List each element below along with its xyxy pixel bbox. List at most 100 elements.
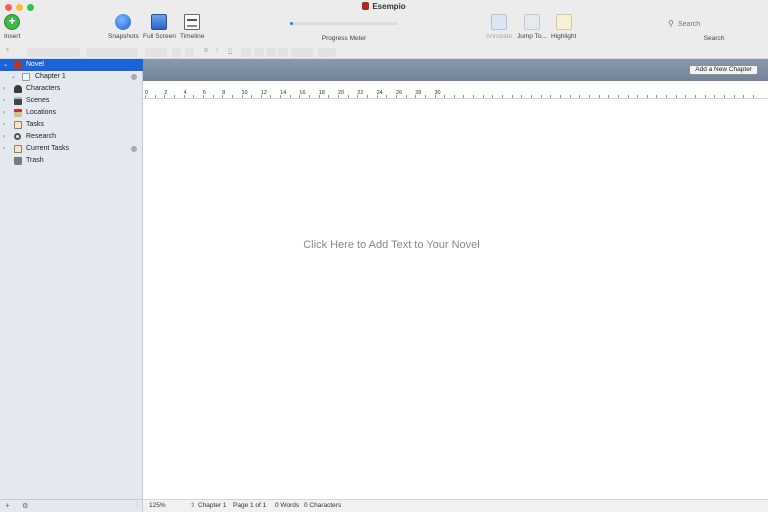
ruler-tick xyxy=(627,95,629,98)
ruler-tick xyxy=(318,95,320,98)
strike-button[interactable] xyxy=(185,48,194,57)
ruler-tick xyxy=(231,95,233,98)
line-spacing-select[interactable] xyxy=(291,48,313,57)
ruler-tick xyxy=(415,95,417,98)
list-select[interactable] xyxy=(318,48,336,57)
ruler-tick xyxy=(540,95,542,98)
ruler-tick xyxy=(202,95,204,98)
magnifier-icon xyxy=(14,133,21,140)
binder-item-label: Locations xyxy=(26,109,56,116)
binder-item-label: Current Tasks xyxy=(26,145,70,152)
bold-button[interactable]: B xyxy=(204,48,208,54)
ruler-tick xyxy=(521,95,523,98)
zoom-stepper-icon[interactable]: ⇕ xyxy=(190,500,195,512)
binder-item-chapter-1[interactable]: ⌄ Chapter 1 xyxy=(0,71,143,83)
resize-handle-icon[interactable]: ⋮ xyxy=(134,502,140,509)
chevron-right-icon[interactable]: › xyxy=(3,95,5,107)
insert-label: Insert xyxy=(4,33,21,40)
binder-item-trash[interactable]: Trash xyxy=(0,155,143,167)
editor-text-area[interactable]: Click Here to Add Text to Your Novel xyxy=(143,99,768,499)
chevron-down-icon[interactable]: ⌄ xyxy=(11,71,16,83)
underline-button[interactable]: U xyxy=(228,48,232,54)
gear-icon[interactable]: ⚙ xyxy=(22,502,28,510)
binder-footer: + ⚙ ⋮ xyxy=(0,499,143,512)
timeline-label: Timeline xyxy=(180,33,205,40)
ruler-tick xyxy=(752,95,754,98)
chevron-down-icon[interactable]: ⌄ xyxy=(3,59,8,71)
timeline-button[interactable]: Timeline xyxy=(180,14,204,40)
ruler-tick xyxy=(376,95,378,98)
notepad-icon xyxy=(14,145,22,153)
binder-item-novel[interactable]: ⌄ Novel xyxy=(0,59,143,71)
annotate-button[interactable]: Annotate xyxy=(486,14,512,40)
binder-item-label: Research xyxy=(26,133,56,140)
jump-to-icon xyxy=(523,14,540,30)
status-chapter: Chapter 1 xyxy=(198,502,227,509)
chevron-right-icon[interactable]: › xyxy=(3,119,5,131)
status-badge xyxy=(131,74,137,80)
binder-item-current-tasks[interactable]: › Current Tasks xyxy=(0,143,143,155)
full-screen-label: Full Screen xyxy=(143,33,176,40)
binder-item-tasks[interactable]: › Tasks xyxy=(0,119,143,131)
zoom-select[interactable]: 125% xyxy=(149,500,166,512)
ruler[interactable]: 0 2 4 6 8 10 12 14 16 18 20 22 24 26 28 30 xyxy=(143,89,768,99)
ruler-tick xyxy=(241,95,243,98)
chevron-right-icon[interactable]: › xyxy=(3,83,5,95)
binder-item-characters[interactable]: › Characters xyxy=(0,83,143,95)
editor-placeholder[interactable]: Click Here to Add Text to Your Novel xyxy=(143,239,640,251)
search-input[interactable] xyxy=(678,18,762,31)
progress-meter[interactable] xyxy=(290,22,398,25)
align-right-button[interactable] xyxy=(266,48,276,57)
ruler-tick xyxy=(183,95,185,98)
ruler-tick xyxy=(550,95,552,98)
ruler-tick xyxy=(299,95,301,98)
add-item-button[interactable]: + xyxy=(5,501,10,510)
ruler-tick xyxy=(386,95,388,98)
ruler-tick xyxy=(309,95,311,98)
annotate-icon xyxy=(491,14,508,30)
text-color-select[interactable] xyxy=(145,48,167,57)
toolbar: Esempio + Insert Snapshots Full Screen T… xyxy=(0,0,768,46)
binder-item-scenes[interactable]: › Scenes xyxy=(0,95,143,107)
jump-to-label: Jump To... xyxy=(517,33,547,40)
ruler-tick xyxy=(733,95,735,98)
jump-to-button[interactable]: Jump To... xyxy=(517,14,547,40)
ruler-tick xyxy=(724,95,725,98)
chevron-right-icon[interactable]: › xyxy=(3,107,5,119)
full-screen-button[interactable]: Full Screen xyxy=(143,14,176,40)
binder-item-label: Trash xyxy=(26,157,44,164)
ruler-tick xyxy=(666,95,668,98)
justify-button[interactable] xyxy=(278,48,288,57)
plus-icon: + xyxy=(4,14,21,30)
align-center-button[interactable] xyxy=(254,48,264,57)
ruler-tick xyxy=(637,95,639,98)
insert-button[interactable]: + Insert xyxy=(4,14,20,40)
ruler-tick xyxy=(502,95,504,98)
paragraph-style-icon[interactable]: ¶ xyxy=(6,48,9,54)
ruler-tick xyxy=(424,95,426,98)
highlight-color-button[interactable] xyxy=(172,48,181,57)
font-family-select[interactable] xyxy=(27,48,80,57)
font-size-select[interactable] xyxy=(86,48,138,57)
search-field[interactable]: ⚲ xyxy=(664,18,764,31)
trash-icon xyxy=(14,157,22,165)
chevron-right-icon[interactable]: › xyxy=(3,143,5,155)
ruler-tick xyxy=(656,95,658,98)
binder-item-locations[interactable]: › Locations xyxy=(0,107,143,119)
format-bar: ¶ B I U xyxy=(0,46,768,59)
ruler-tick xyxy=(444,95,446,98)
align-left-button[interactable] xyxy=(241,48,251,57)
timeline-icon xyxy=(184,14,201,30)
highlight-button[interactable]: Highlight xyxy=(551,14,576,40)
chevron-right-icon[interactable]: › xyxy=(3,131,5,143)
add-new-chapter-button[interactable]: Add a New Chapter xyxy=(689,65,758,75)
binder-item-label: Scenes xyxy=(26,97,50,104)
ruler-tick xyxy=(714,95,716,98)
ruler-tick xyxy=(482,95,484,98)
snapshots-button[interactable]: Snapshots xyxy=(108,14,139,40)
binder-item-label: Characters xyxy=(26,85,61,92)
ruler-tick xyxy=(608,95,610,98)
binder-item-research[interactable]: › Research xyxy=(0,131,143,143)
ruler-tick xyxy=(338,95,339,98)
italic-button[interactable]: I xyxy=(216,48,218,54)
